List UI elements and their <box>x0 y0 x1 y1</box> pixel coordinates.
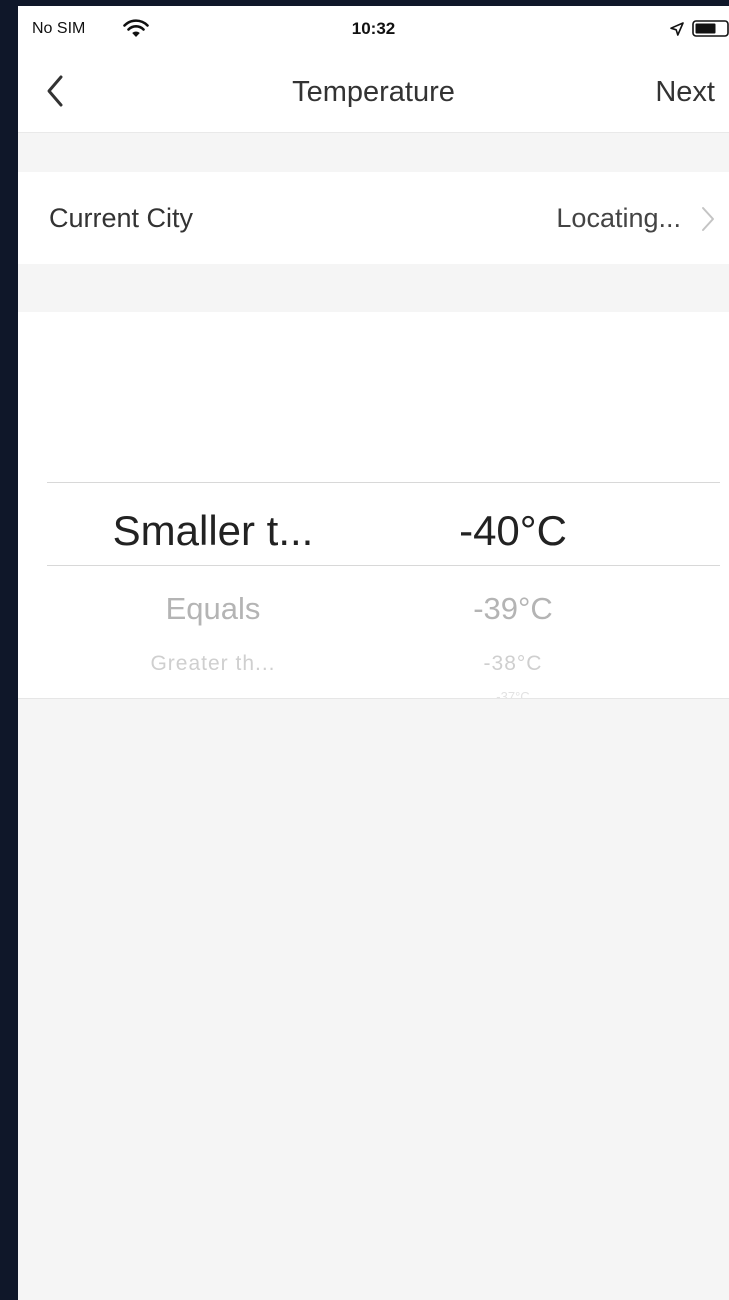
picker-selection-bottom-divider <box>47 565 720 566</box>
phone-screen: No SIM 10:32 Temperature Next Current Ci… <box>18 6 729 1300</box>
temperature-option[interactable]: -39°C <box>413 591 613 627</box>
status-bar: No SIM 10:32 <box>18 6 729 50</box>
current-city-label: Current City <box>49 203 194 233</box>
current-city-value: Locating... <box>556 203 681 233</box>
location-arrow-icon <box>670 22 684 36</box>
temperature-option[interactable]: -37°C <box>413 689 613 698</box>
next-button[interactable]: Next <box>655 76 715 109</box>
battery-icon <box>692 20 729 37</box>
navigation-bar: Temperature Next <box>18 50 729 133</box>
current-city-row[interactable]: Current City Locating... <box>18 172 729 264</box>
picker-selection-top-divider <box>47 482 720 483</box>
condition-option[interactable]: Equals <box>63 591 363 627</box>
temperature-option[interactable]: -38°C <box>413 652 613 676</box>
page-title: Temperature <box>292 76 455 108</box>
condition-option-selected[interactable]: Smaller t... <box>63 507 363 555</box>
chevron-right-icon <box>702 207 714 231</box>
temperature-picker[interactable]: Smaller t... Equals Greater th... -40°C … <box>18 312 729 699</box>
condition-option[interactable]: Greater th... <box>63 652 363 676</box>
temperature-option-selected[interactable]: -40°C <box>413 507 613 555</box>
clock-time: 10:32 <box>351 19 396 38</box>
